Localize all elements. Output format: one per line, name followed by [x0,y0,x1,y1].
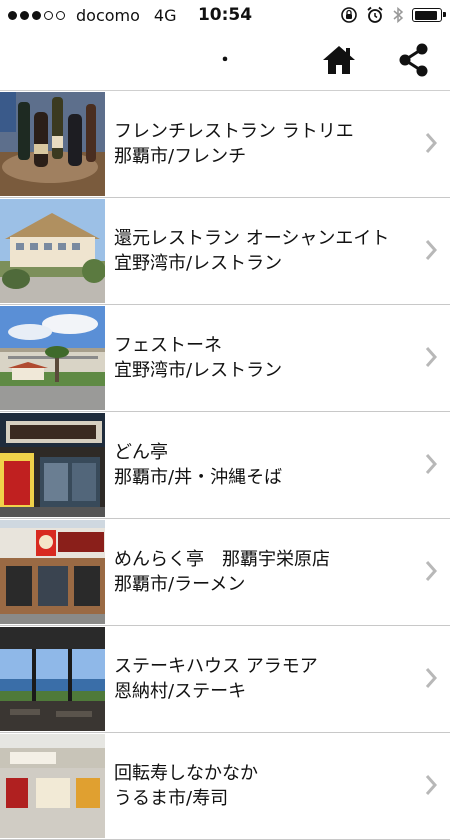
chevron-right-icon [425,454,438,474]
share-button[interactable] [396,41,432,79]
restaurant-category: うるま市/寿司 [114,788,229,809]
sushi-shop-photo [0,734,105,838]
restaurant-list: フレンチレストラン ラトリエ 那覇市/フレンチ 還元レストラン オーシャンエイト… [0,91,450,840]
battery-icon [412,8,446,22]
chevron-right-icon [425,775,438,795]
restaurant-name: どん亭 [114,442,168,463]
home-button[interactable] [320,41,358,79]
restaurant-category: 宜野湾市/レストラン [114,360,283,381]
alarm-icon [367,6,383,23]
list-item[interactable]: フェストーネ 宜野湾市/レストラン [0,305,450,412]
restaurant-name: フレンチレストラン ラトリエ [114,121,354,142]
restaurant-category: 那覇市/フレンチ [114,146,247,167]
list-item[interactable]: フレンチレストラン ラトリエ 那覇市/フレンチ [0,91,450,198]
restaurant-name: めんらく亭 那覇宇栄原店 [114,549,330,570]
ocean-view-window-photo [0,627,105,731]
list-item[interactable]: 回転寿しなかなか うるま市/寿司 [0,733,450,840]
ramen-shop-photo [0,520,105,624]
share-icon [399,43,428,77]
curry-shop-photo [0,413,105,517]
chevron-right-icon [425,240,438,260]
restaurant-category: 那覇市/丼・沖縄そば [114,467,283,488]
list-item[interactable]: 還元レストラン オーシャンエイト 宜野湾市/レストラン [0,198,450,305]
seaside-building-photo [0,306,105,410]
restaurant-category: 恩納村/ステーキ [114,681,247,702]
restaurant-name: フェストーネ [114,335,222,356]
page-title: ・ [216,50,234,71]
list-item[interactable]: めんらく亭 那覇宇栄原店 那覇市/ラーメン [0,519,450,626]
list-item[interactable]: ステーキハウス アラモア 恩納村/ステーキ [0,626,450,733]
restaurant-info: どん亭 那覇市/丼・沖縄そば [114,440,410,490]
wine-bottles-photo [0,92,105,196]
bluetooth-icon [393,6,404,24]
list-item[interactable]: どん亭 那覇市/丼・沖縄そば [0,412,450,519]
restaurant-name: 回転寿しなかなか [114,763,258,784]
restaurant-info: ステーキハウス アラモア 恩納村/ステーキ [114,654,410,704]
home-icon [323,46,355,74]
restaurant-info: 回転寿しなかなか うるま市/寿司 [114,761,410,811]
chevron-right-icon [425,668,438,688]
restaurant-info: フェストーネ 宜野湾市/レストラン [114,333,410,383]
restaurant-category: 宜野湾市/レストラン [114,253,283,274]
restaurant-info: フレンチレストラン ラトリエ 那覇市/フレンチ [114,119,410,169]
chevron-right-icon [425,133,438,153]
status-right [332,6,446,24]
restaurant-info: めんらく亭 那覇宇栄原店 那覇市/ラーメン [114,547,410,597]
restaurant-info: 還元レストラン オーシャンエイト 宜野湾市/レストラン [114,226,410,276]
restaurant-category: 那覇市/ラーメン [114,574,246,595]
hotel-building-photo [0,199,105,303]
chevron-right-icon [425,561,438,581]
orientation-lock-icon [341,7,357,23]
chevron-right-icon [425,347,438,367]
restaurant-name: 還元レストラン オーシャンエイト [114,228,390,249]
restaurant-name: ステーキハウス アラモア [114,656,318,677]
status-bar: docomo 4G 10:54 [0,0,450,32]
navigation-bar: ・ [0,32,450,91]
